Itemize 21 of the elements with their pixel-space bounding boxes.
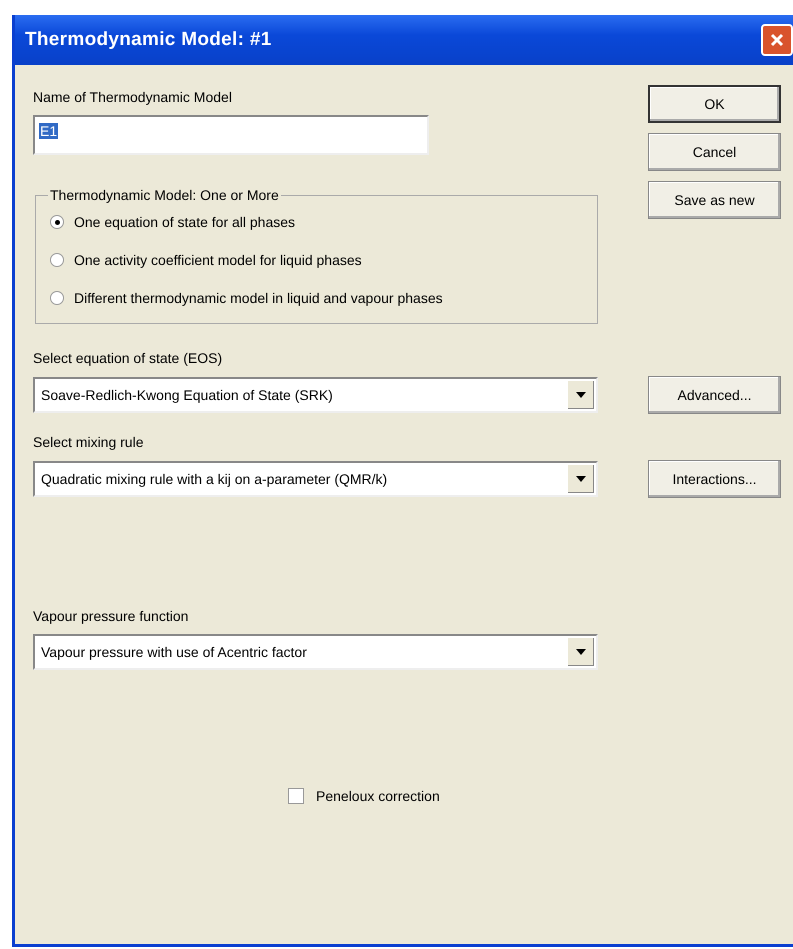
field-label: Name of Thermodynamic Model bbox=[33, 89, 233, 105]
dialog-button[interactable]: OK bbox=[648, 85, 781, 123]
radio-option[interactable]: Different thermodynamic model in liquid and vapour phases bbox=[48, 279, 443, 317]
dropdown[interactable]: Soave-Redlich-Kwong Equation of State (SRK) bbox=[33, 377, 598, 413]
dropdown[interactable]: Quadratic mixing rule with a kij on a-parameter (QMR/k) bbox=[33, 461, 598, 497]
radio-option[interactable]: One activity coefficient model for liquid phases bbox=[48, 241, 362, 279]
window-title: Thermodynamic Model: #1 bbox=[25, 29, 272, 51]
name-field[interactable]: E1 bbox=[33, 115, 429, 155]
field-value: E1 bbox=[39, 123, 58, 139]
checkbox-option[interactable]: Peneloux correction bbox=[288, 788, 793, 804]
dialog-button[interactable]: Interactions... bbox=[648, 460, 781, 498]
field-label: Select mixing rule bbox=[33, 434, 144, 450]
field-label: Vapour pressure function bbox=[33, 608, 190, 624]
dropdown[interactable]: Vapour pressure with use of Acentric factor bbox=[33, 634, 598, 670]
field-label: Select equation of state (EOS) bbox=[33, 350, 224, 366]
group-title: Thermodynamic Model: One or More bbox=[49, 187, 280, 203]
radio-option[interactable]: One equation of state for all phases bbox=[48, 203, 296, 241]
close-icon[interactable] bbox=[761, 24, 793, 56]
dialog-button[interactable]: Save as new bbox=[648, 181, 781, 219]
dialog-button[interactable]: Advanced... bbox=[648, 376, 781, 414]
dialog-button[interactable]: Cancel bbox=[648, 133, 781, 171]
